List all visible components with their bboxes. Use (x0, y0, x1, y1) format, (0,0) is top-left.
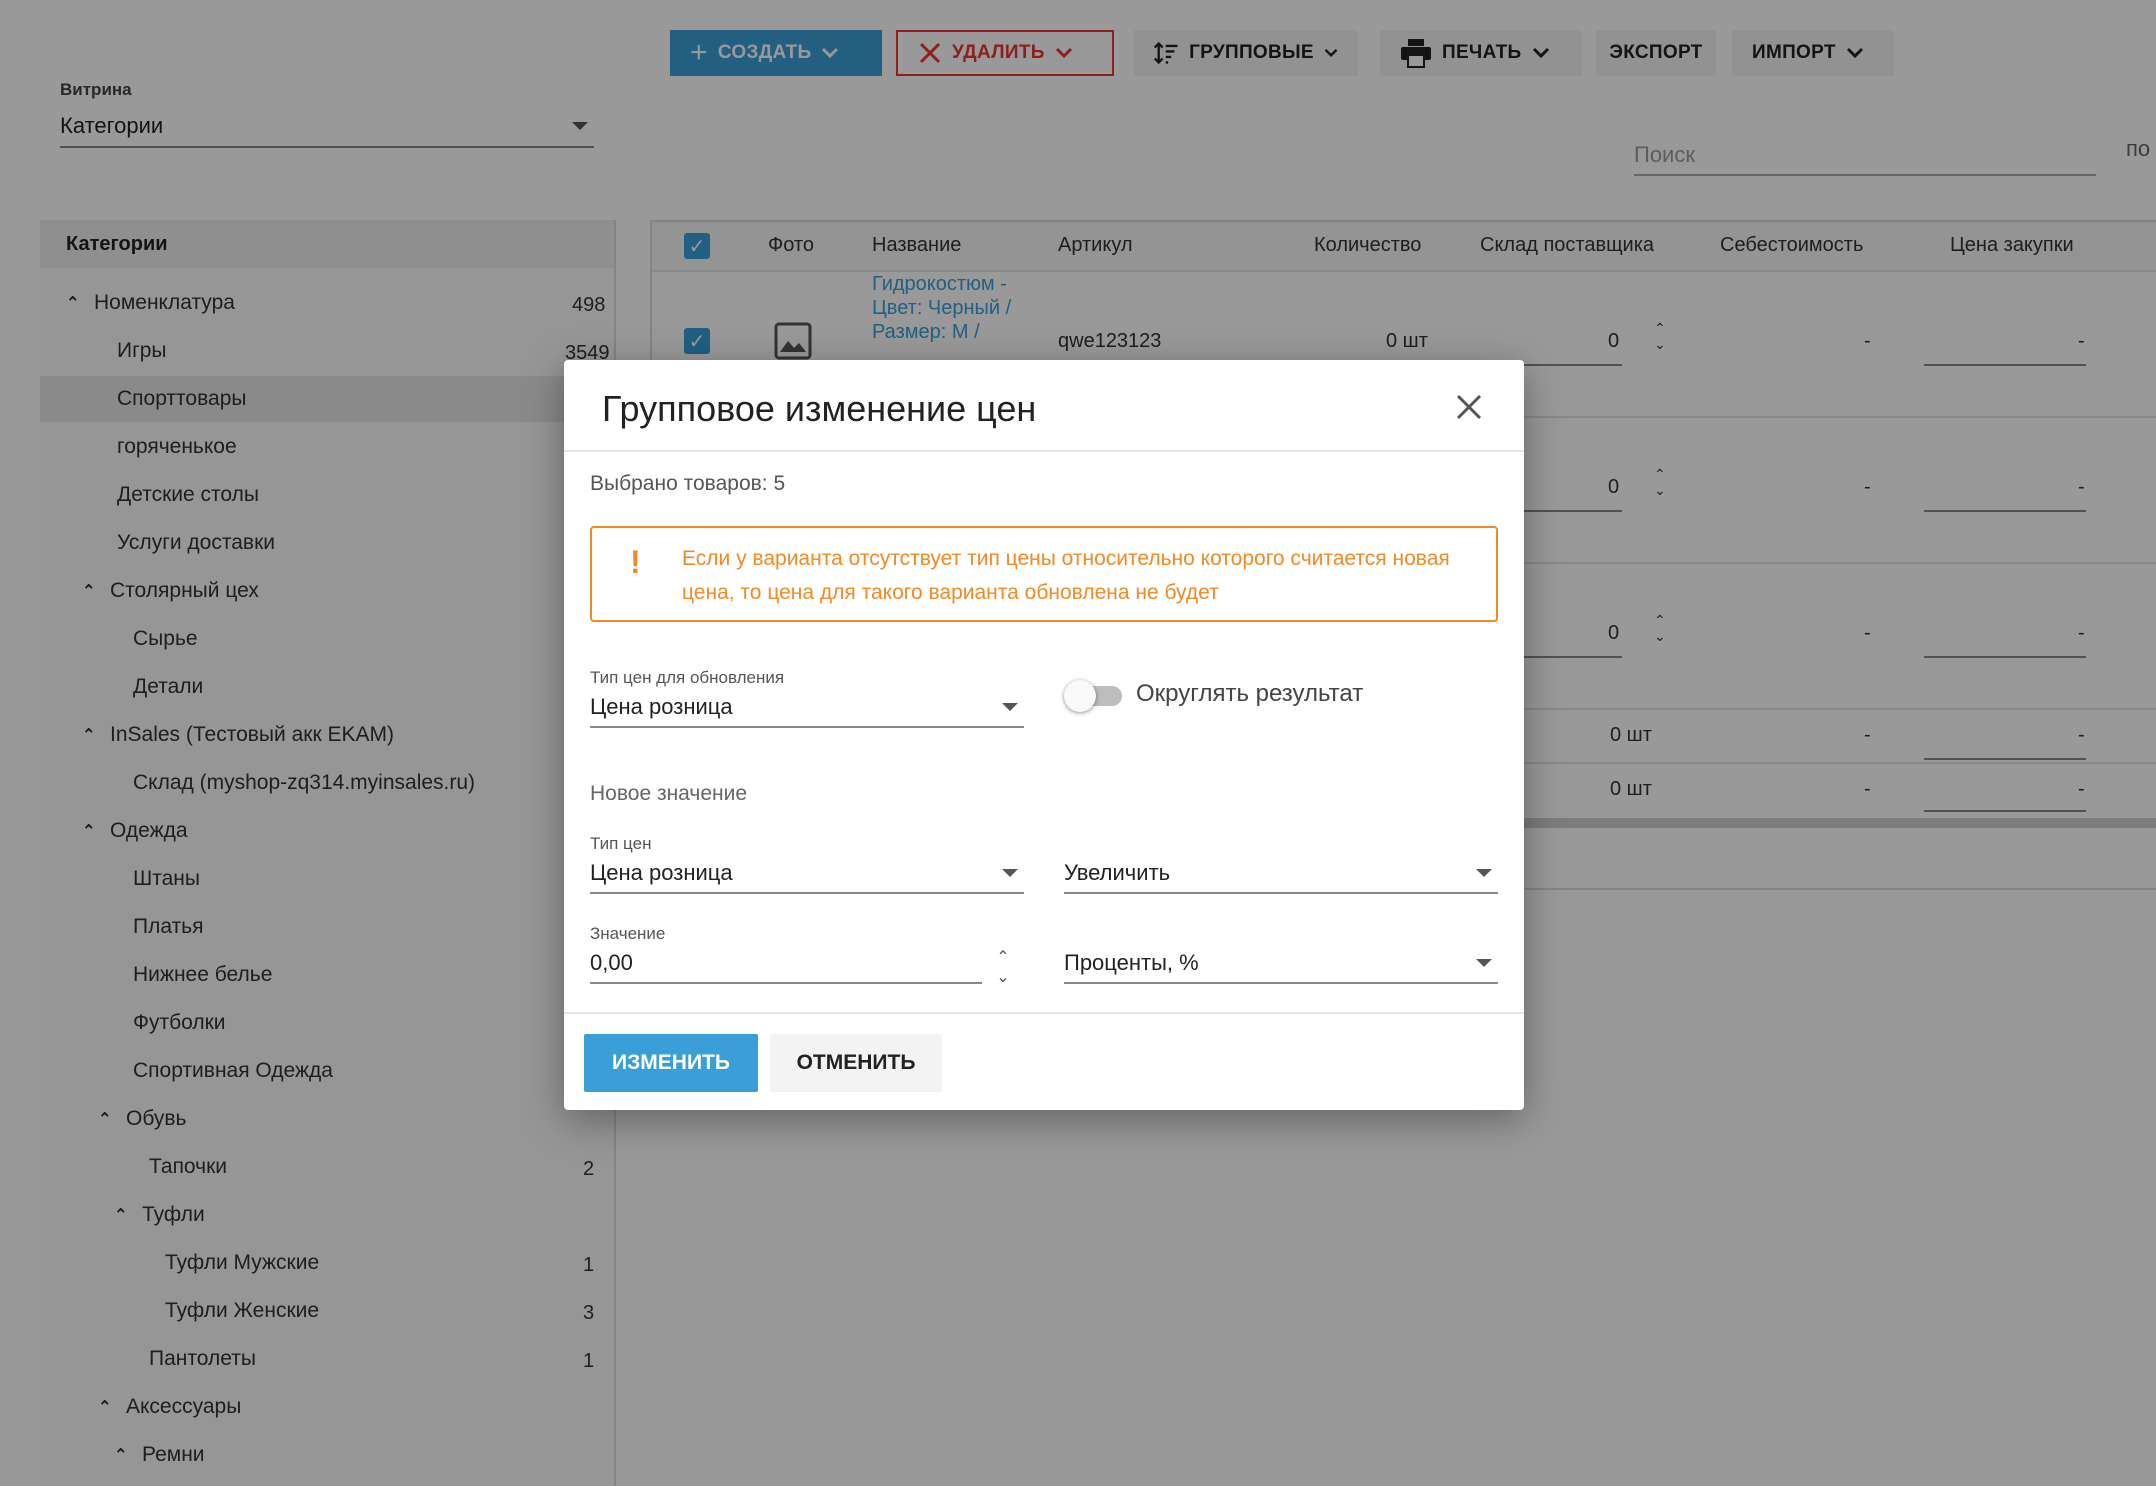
dropdown-arrow-icon (1476, 959, 1492, 967)
cancel-button[interactable]: ОТМЕНИТЬ (770, 1034, 942, 1092)
round-result-toggle[interactable] (1064, 678, 1122, 712)
dropdown-arrow-icon (1476, 869, 1492, 877)
price-type-select[interactable]: Цена розница (590, 854, 1024, 894)
update-price-type-select[interactable]: Цена розница (590, 688, 1024, 728)
value-text: 0,00 (590, 950, 633, 975)
new-value-section-label: Новое значение (590, 782, 748, 805)
close-icon[interactable] (1454, 392, 1484, 422)
dropdown-arrow-icon (1002, 703, 1018, 711)
unit-value: Проценты, % (1064, 950, 1199, 975)
bulk-price-change-dialog: Групповое изменение цен Выбрано товаров:… (564, 360, 1524, 1110)
price-type-label: Тип цен (590, 834, 652, 853)
operation-select[interactable]: Увеличить (1064, 854, 1498, 894)
app-root: + СОЗДАТЬ УДАЛИТЬ ГРУППОВЫЕ ПЕЧАТЬ ЭКСПО… (0, 0, 2156, 1486)
value-input[interactable]: 0,00 (590, 944, 982, 984)
warning-text: Если у варианта отсутствует тип цены отн… (682, 547, 1450, 604)
update-price-type-label: Тип цен для обновления (590, 668, 785, 687)
apply-button[interactable]: ИЗМЕНИТЬ (584, 1034, 758, 1092)
price-type-value: Цена розница (590, 860, 733, 885)
exclamation-icon: ! (630, 544, 641, 580)
operation-value: Увеличить (1064, 860, 1171, 885)
selected-count: Выбрано товаров: 5 (590, 472, 786, 495)
dialog-divider (564, 450, 1524, 452)
dropdown-arrow-icon (1002, 869, 1018, 877)
value-stepper-icon[interactable]: ⌃ ⌄ (992, 948, 1014, 988)
update-price-type-value: Цена розница (590, 694, 733, 719)
dialog-title: Групповое изменение цен (602, 388, 1037, 429)
warning-alert: ! Если у варианта отсутствует тип цены о… (590, 526, 1498, 622)
dialog-divider (564, 1012, 1524, 1014)
toggle-thumb (1064, 680, 1096, 712)
round-result-label: Округлять результат (1136, 680, 1364, 707)
unit-select[interactable]: Проценты, % (1064, 944, 1498, 984)
value-label: Значение (590, 924, 666, 943)
